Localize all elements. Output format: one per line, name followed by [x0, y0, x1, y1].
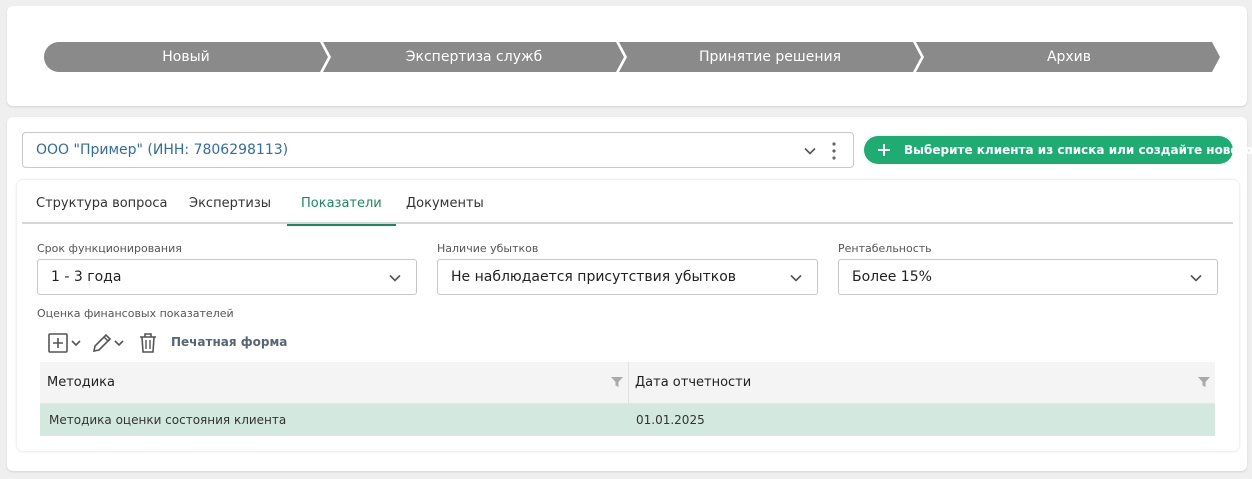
details-panel: Структура вопроса Экспертизы Показатели …	[17, 180, 1239, 451]
indicators-grid: Методика Дата отчетности Методика оценки…	[40, 362, 1215, 436]
term-value: 1 - 3 года	[51, 269, 122, 285]
tab-structure[interactable]: Структура вопроса	[22, 180, 182, 224]
losses-select[interactable]: Не наблюдается присутствия убытков	[437, 259, 818, 295]
chevron-down-icon	[790, 274, 802, 282]
pencil-icon	[92, 333, 124, 353]
tab-indicators[interactable]: Показатели	[287, 180, 396, 226]
table-row[interactable]: Методика оценки состояния клиента 01.01.…	[40, 404, 1215, 436]
stage-panel: Новый Экспертиза служб Принятие решения …	[7, 6, 1247, 106]
chevron-down-icon	[389, 274, 401, 282]
tab-expertises[interactable]: Экспертизы	[175, 180, 285, 224]
print-form-button[interactable]: Печатная форма	[171, 335, 287, 349]
column-header-method[interactable]: Методика	[47, 362, 115, 404]
column-header-date[interactable]: Дата отчетности	[635, 362, 751, 404]
cell-date: 01.01.2025	[636, 413, 705, 427]
more-vertical-icon[interactable]	[827, 141, 841, 161]
add-box-icon	[48, 333, 81, 353]
losses-value: Не наблюдается присутствия убытков	[451, 269, 737, 285]
add-button[interactable]	[47, 331, 85, 355]
grid-header: Методика Дата отчетности	[40, 362, 1215, 404]
client-select[interactable]: ООО "Пример" (ИНН: 7806298113)	[22, 132, 854, 168]
profitability-value: Более 15%	[852, 269, 932, 285]
stage-label-archive[interactable]: Архив	[919, 42, 1219, 72]
stage-label-new[interactable]: Новый	[44, 42, 328, 72]
delete-button[interactable]	[137, 331, 159, 355]
plus-icon	[878, 144, 890, 156]
term-select[interactable]: 1 - 3 года	[37, 259, 417, 295]
chevron-down-icon[interactable]	[803, 144, 817, 158]
tab-documents[interactable]: Документы	[392, 180, 498, 224]
trash-icon	[140, 333, 156, 353]
tab-bar: Структура вопроса Экспертизы Показатели …	[22, 180, 1233, 226]
client-select-value: ООО "Пример" (ИНН: 7806298113)	[36, 142, 289, 158]
edit-button[interactable]	[90, 331, 128, 355]
column-separator	[628, 362, 629, 404]
stage-label-decision[interactable]: Принятие решения	[622, 42, 918, 72]
create-client-label: Выберите клиента из списка или создайте …	[904, 143, 1252, 157]
stage-progress-bar: Новый Экспертиза служб Принятие решения …	[44, 42, 1220, 72]
profitability-select[interactable]: Более 15%	[838, 259, 1218, 295]
create-client-button[interactable]: Выберите клиента из списка или создайте …	[864, 136, 1252, 164]
profitability-label: Рентабельность	[838, 242, 932, 255]
chevron-down-icon	[1190, 274, 1202, 282]
stage-label-expertise[interactable]: Экспертиза служб	[326, 42, 622, 72]
filter-icon[interactable]	[1198, 376, 1210, 388]
losses-label: Наличие убытков	[437, 242, 539, 255]
section-label: Оценка финансовых показателей	[37, 307, 234, 320]
term-label: Срок функционирования	[37, 242, 182, 255]
main-panel: ООО "Пример" (ИНН: 7806298113) Выберите …	[7, 117, 1252, 471]
filter-icon[interactable]	[611, 376, 623, 388]
cell-method: Методика оценки состояния клиента	[49, 413, 287, 427]
